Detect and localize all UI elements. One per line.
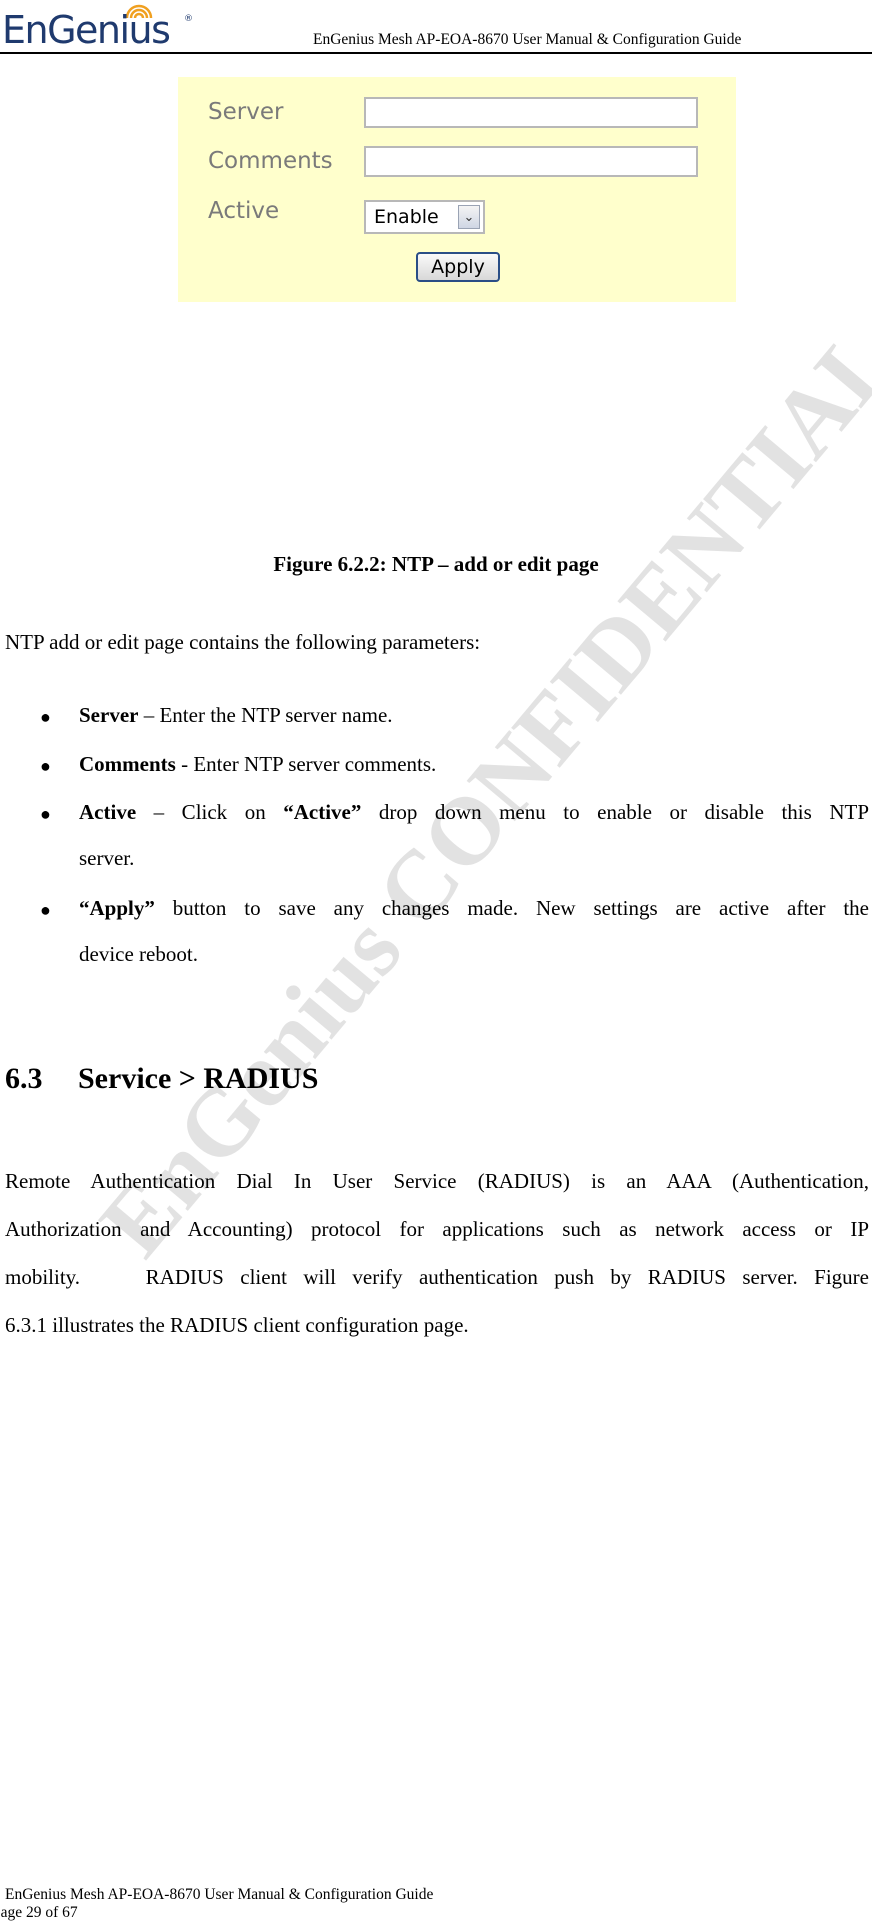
section-number: 6.3 xyxy=(5,1062,43,1095)
bullet-icon: ● xyxy=(40,756,51,776)
comments-label: Comments xyxy=(208,148,333,174)
comments-input[interactable] xyxy=(364,146,698,177)
confidential-watermark: EnGenius CONFIDENTIAL xyxy=(79,305,872,1276)
active-label: Active xyxy=(208,198,280,224)
item-desc: drop down menu to enable or disable this… xyxy=(361,800,870,824)
body-line: 6.3.1 illustrates the RADIUS client conf… xyxy=(5,1313,469,1337)
engenius-logo: EnGenius ® xyxy=(2,0,193,52)
page-header: EnGenius ® EnGenius Mesh AP-EOA-8670 Use… xyxy=(0,0,872,56)
list-item-active-continued: server. xyxy=(79,846,135,870)
figure-caption: Figure 6.2.2: NTP – add or edit page xyxy=(273,552,599,576)
item-term: Active xyxy=(79,800,137,824)
active-select-value: Enable xyxy=(374,206,439,228)
list-item-apply: “Apply” button to save any changes made.… xyxy=(79,896,869,921)
item-desc: – Enter the NTP server name. xyxy=(138,703,393,727)
section-title: Service > RADIUS xyxy=(78,1062,319,1095)
list-item-server: Server – Enter the NTP server name. xyxy=(79,703,869,728)
intro-paragraph: NTP add or edit page contains the follow… xyxy=(5,630,481,654)
list-item-apply-continued: device reboot. xyxy=(79,942,198,966)
item-term-quoted: “Active” xyxy=(283,800,362,824)
apply-button[interactable]: Apply xyxy=(416,252,500,282)
list-item-comments: Comments - Enter NTP server comments. xyxy=(79,752,869,777)
server-input[interactable] xyxy=(364,97,698,128)
footer-title: EnGenius Mesh AP-EOA-8670 User Manual & … xyxy=(5,1886,434,1903)
item-term: “Apply” xyxy=(79,896,155,920)
bullet-icon: ● xyxy=(40,900,51,920)
item-term: Comments xyxy=(79,752,176,776)
logo-wordmark: EnGenius xyxy=(2,8,171,52)
chevron-down-icon[interactable]: ⌄ xyxy=(458,205,480,229)
header-divider xyxy=(0,52,872,54)
body-line: mobility. RADIUS client will verify auth… xyxy=(5,1265,869,1289)
registered-mark: ® xyxy=(184,14,193,24)
server-label: Server xyxy=(208,99,284,125)
body-line: Authorization and Accounting) protocol f… xyxy=(5,1217,869,1241)
ntp-form-screenshot: Server Comments Active Enable ⌄ Apply xyxy=(178,77,736,302)
page-number: Page 29 of 67 xyxy=(0,1904,78,1921)
item-term: Server xyxy=(79,703,139,727)
item-desc: button to save any changes made. New set… xyxy=(154,896,869,920)
item-desc: - Enter NTP server comments. xyxy=(175,752,437,776)
section-heading: 6.3 Service > RADIUS xyxy=(5,1062,872,1096)
item-desc: – Click on xyxy=(136,800,284,824)
bullet-icon: ● xyxy=(40,804,51,824)
bullet-icon: ● xyxy=(40,707,51,727)
list-item-active: Active – Click on “Active” drop down men… xyxy=(79,800,869,825)
active-select[interactable]: Enable ⌄ xyxy=(364,200,485,234)
body-line: Remote Authentication Dial In User Servi… xyxy=(5,1169,869,1193)
header-title: EnGenius Mesh AP-EOA-8670 User Manual & … xyxy=(313,31,742,48)
